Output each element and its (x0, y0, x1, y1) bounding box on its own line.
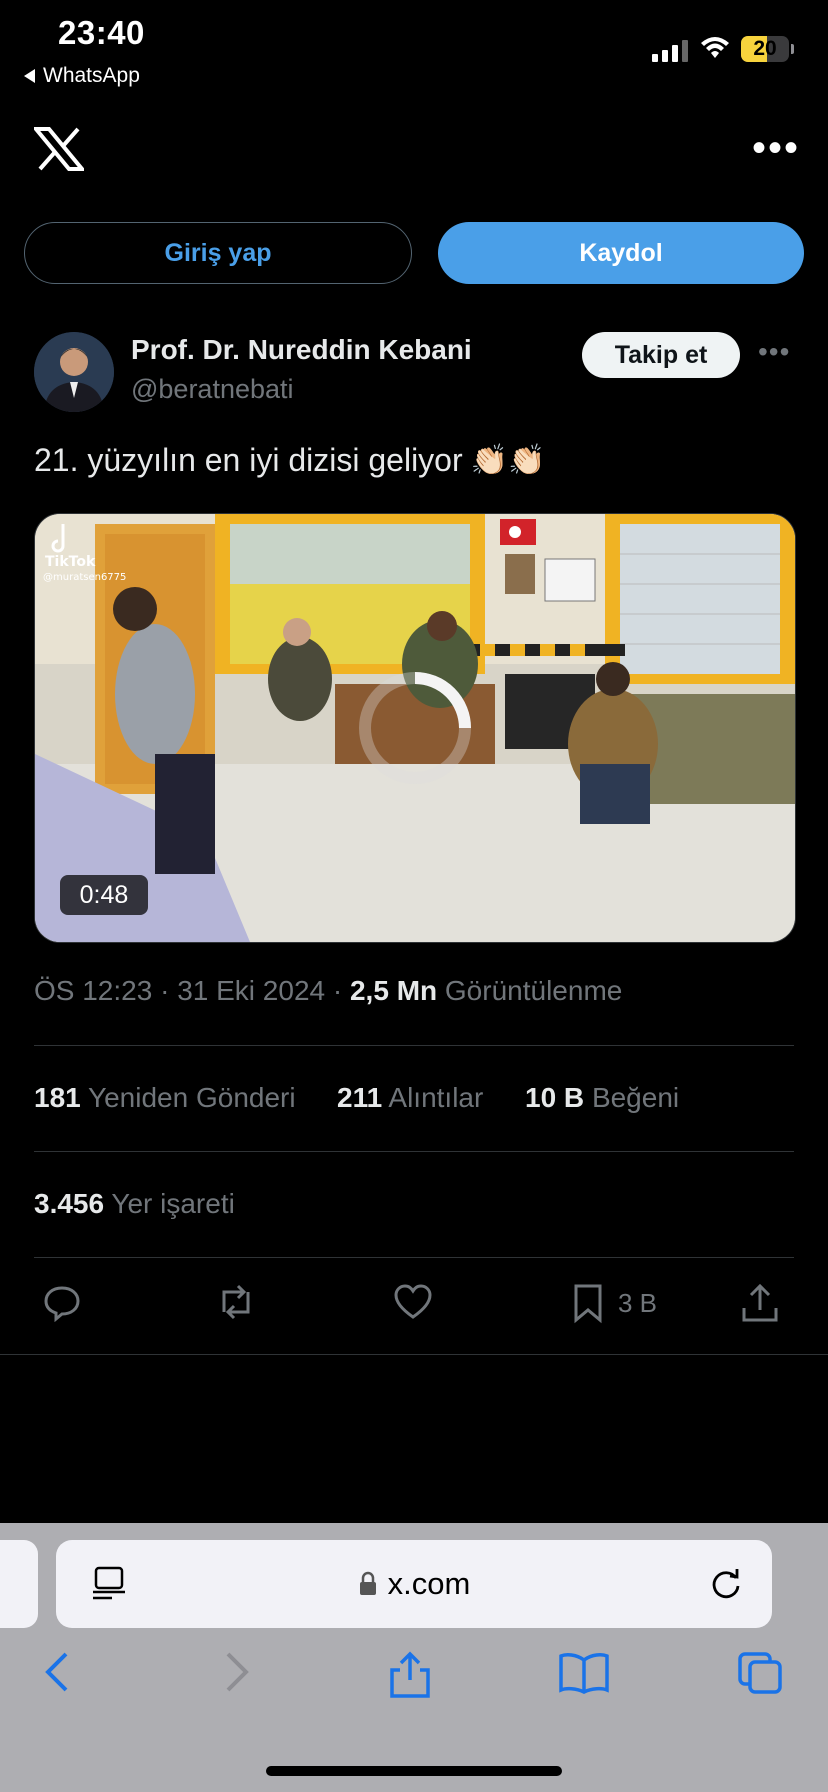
tiktok-watermark-user: @muratsen6775 (43, 572, 126, 583)
reload-icon[interactable] (708, 1566, 744, 1602)
author-handle[interactable]: @beratnebati (131, 374, 294, 405)
url-text: x.com (387, 1566, 471, 1601)
lock-icon (359, 1571, 376, 1595)
author-name[interactable]: Prof. Dr. Nureddin Kebani (131, 334, 472, 366)
post-date[interactable]: 31 Eki 2024 (177, 975, 325, 1006)
wifi-icon (701, 37, 729, 58)
follow-button[interactable]: Takip et (582, 332, 740, 378)
bookmark-icon (574, 1284, 602, 1324)
divider (34, 1257, 794, 1258)
post-time[interactable]: ÖS 12:23 (34, 975, 152, 1006)
video-player[interactable]: TikTok @muratsen6775 (34, 513, 796, 943)
bookmark-count: 3 B (618, 1287, 658, 1318)
like-icon[interactable] (392, 1282, 434, 1322)
tabs-icon[interactable] (736, 1650, 784, 1696)
share-icon[interactable] (740, 1282, 780, 1324)
divider (0, 1354, 828, 1355)
repost-icon[interactable] (214, 1282, 258, 1322)
bookmark-button[interactable]: 3 B (570, 1282, 657, 1324)
video-duration-badge: 0:48 (60, 875, 148, 915)
reposts-label: Yeniden Gönderi (88, 1082, 296, 1113)
post-metadata: ÖS 12:23 · 31 Eki 2024 · 2,5 Mn Görüntül… (34, 975, 623, 1006)
bookmarks-stat[interactable]: 3.456 Yer işareti (34, 1188, 235, 1220)
share-sheet-icon[interactable] (388, 1650, 432, 1700)
post-actions: 3 B (34, 1282, 794, 1330)
likes-stat[interactable]: 10 B Beğeni (525, 1082, 679, 1114)
bookmarks-label: Yer işareti (111, 1188, 235, 1219)
reposts-count: 181 (34, 1082, 81, 1113)
post-more-icon[interactable]: ••• (758, 336, 790, 368)
status-time: 23:40 (58, 14, 145, 51)
back-app-label: WhatsApp (43, 64, 140, 87)
home-indicator[interactable] (266, 1766, 562, 1776)
login-button[interactable]: Giriş yap (24, 222, 412, 284)
browser-nav-toolbar (0, 1650, 828, 1710)
divider (34, 1045, 794, 1046)
reposts-stat[interactable]: 181 Yeniden Gönderi (34, 1082, 296, 1114)
quotes-count: 211 (337, 1082, 383, 1113)
previous-tab-peek[interactable] (0, 1540, 38, 1628)
forward-icon[interactable] (218, 1650, 254, 1694)
quotes-label: Alıntılar (388, 1082, 484, 1113)
x-logo-icon[interactable] (31, 124, 87, 184)
post-text: 21. yüzyılın en iyi dizisi geliyor 👏🏻👏🏻 (34, 442, 545, 479)
back-to-app-link[interactable]: WhatsApp (24, 64, 140, 88)
author-avatar[interactable] (34, 332, 114, 412)
views-label: Görüntülenme (444, 975, 623, 1006)
views-count: 2,5 Mn (349, 975, 438, 1006)
divider (34, 1151, 794, 1152)
video-thumbnail: TikTok @muratsen6775 (35, 514, 795, 942)
url-display[interactable]: x.com (56, 1540, 772, 1628)
clapping-emoji: 👏🏻👏🏻 (470, 444, 546, 477)
battery-level: 20 (753, 37, 777, 60)
battery-icon: 20 (741, 36, 794, 62)
back-icon[interactable] (40, 1650, 76, 1694)
back-triangle-icon (24, 69, 35, 83)
address-bar[interactable]: x.com (56, 1540, 772, 1628)
cellular-signal-icon (652, 40, 688, 62)
likes-count: 10 B (525, 1082, 585, 1113)
signup-button[interactable]: Kaydol (438, 222, 804, 284)
bookmarks-count: 3.456 (34, 1188, 105, 1219)
tiktok-watermark: TikTok (45, 554, 96, 570)
post-text-body: 21. yüzyılın en iyi dizisi geliyor (34, 442, 463, 478)
more-menu-icon[interactable]: ••• (752, 128, 800, 168)
quotes-stat[interactable]: 211 Alıntılar (337, 1082, 483, 1114)
bookmarks-book-icon[interactable] (558, 1650, 610, 1694)
likes-label: Beğeni (591, 1082, 680, 1113)
reply-icon[interactable] (42, 1282, 82, 1322)
